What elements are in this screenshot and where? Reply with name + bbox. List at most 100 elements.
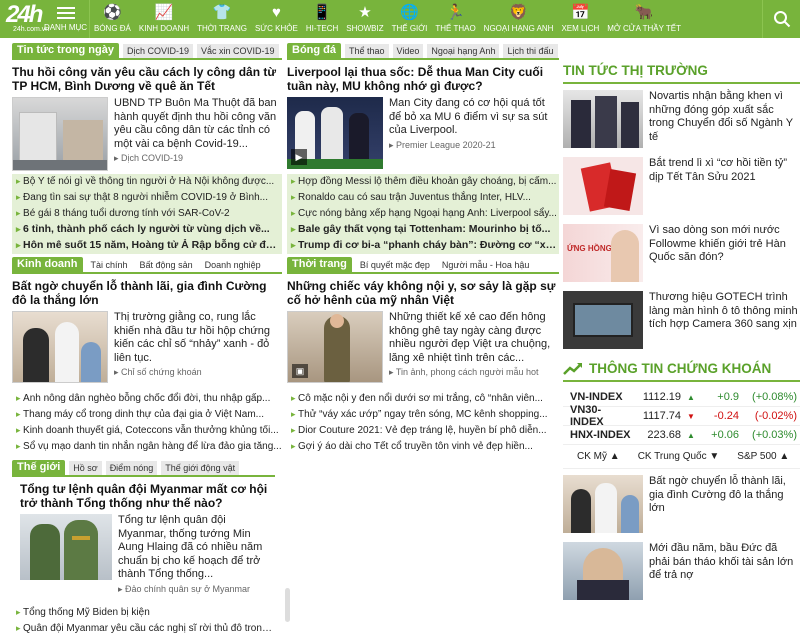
football-thumbnail[interactable]: ▶ bbox=[287, 97, 383, 169]
fashion-category[interactable]: ▸ Tin ảnh, phong cách người mẫu hot bbox=[389, 367, 559, 378]
tab-lich-thi-dau[interactable]: Lịch thi đấu bbox=[503, 44, 558, 58]
fashion-headline[interactable]: Những chiếc váy không nội y, sơ sảy là g… bbox=[287, 279, 559, 307]
stock-news-thumbnail[interactable] bbox=[563, 475, 643, 533]
world-category[interactable]: ▸ Đảo chính quân sự ở Myanmar bbox=[118, 584, 275, 595]
market-item[interactable]: ỨNG HỒNG Vì sao dòng son mới nước Follow… bbox=[563, 224, 800, 284]
nav-mo-cua-thay-tet[interactable]: 🐂 MỞ CỬA THẦY TẾT bbox=[603, 0, 685, 38]
stock-info-title[interactable]: THÔNG TIN CHỨNG KHOÁN bbox=[563, 358, 800, 382]
tab-diem-nong[interactable]: Điểm nóng bbox=[105, 461, 158, 475]
world-headline[interactable]: Tổng tư lệnh quân đội Myanmar mất cơ hội… bbox=[12, 482, 275, 510]
tab-the-thao[interactable]: Thể thao bbox=[345, 44, 389, 58]
news-feature: UBND TP Buôn Ma Thuột đã ban hành quyết … bbox=[12, 97, 282, 171]
list-item[interactable]: Sổ vụ mạo danh tin nhắn ngân hàng để lừa… bbox=[12, 439, 282, 455]
stock-news-title: Bất ngờ chuyển lỗ thành lãi, gia đình Cư… bbox=[649, 475, 786, 514]
tab-tin-tuc-trong-ngay[interactable]: Tin tức trong ngày bbox=[12, 43, 119, 59]
world-list-scrollbar[interactable] bbox=[285, 588, 290, 622]
stock-row[interactable]: VN30-INDEX 1117.74 ▼ -0.24 (-0.02%) bbox=[563, 404, 800, 428]
list-item[interactable]: Hôn mê suốt 15 năm, Hoàng tử Ả Rập bỗng … bbox=[12, 238, 282, 254]
tab-tai-chinh[interactable]: Tài chính bbox=[87, 258, 132, 272]
list-item[interactable]: Gợi ý áo dài cho Tết cổ truyền tôn vinh … bbox=[287, 439, 559, 455]
list-item[interactable]: Trump đi cơ bi-a “phanh cháy bàn”: Đường… bbox=[287, 238, 559, 254]
tab-thoi-trang[interactable]: Thời trang bbox=[287, 257, 352, 273]
stock-news-thumbnail[interactable] bbox=[563, 542, 643, 600]
nav-bong-da[interactable]: ⚽ BÓNG ĐÁ bbox=[90, 0, 135, 38]
tab-doanh-nghiep[interactable]: Doanh nghiệp bbox=[201, 258, 265, 272]
market-thumbnail[interactable]: ỨNG HỒNG bbox=[563, 224, 643, 282]
stock-news-title: Mới đầu năm, bầu Đức đã phải bán tháo kh… bbox=[649, 542, 794, 581]
nav-showbiz[interactable]: ★ SHOWBIZ bbox=[342, 0, 387, 38]
stock-news-item[interactable]: Bất ngờ chuyển lỗ thành lãi, gia đình Cư… bbox=[563, 475, 800, 535]
tab-ho-so[interactable]: Hồ sơ bbox=[69, 461, 102, 475]
list-item[interactable]: Thử “váy xác ướp” ngay trên sóng, MC kên… bbox=[287, 407, 559, 423]
tab-ck-trung-quoc[interactable]: CK Trung Quốc ▼ bbox=[638, 451, 720, 462]
tab-vac-xin[interactable]: Vắc xin COVID-19 bbox=[197, 44, 279, 58]
football-headline[interactable]: Liverpool lại thua sốc: Dễ thua Man City… bbox=[287, 65, 559, 93]
market-news-title[interactable]: TIN TỨC THỊ TRƯỜNG bbox=[563, 60, 800, 84]
tab-bi-quyet-mac-dep[interactable]: Bí quyết mặc đẹp bbox=[356, 258, 434, 272]
market-item[interactable]: Novartis nhận bằng khen vì những đóng gó… bbox=[563, 90, 800, 150]
market-thumbnail[interactable] bbox=[563, 291, 643, 349]
tab-kinh-doanh[interactable]: Kinh doanh bbox=[12, 257, 83, 273]
market-item[interactable]: Thương hiệu GOTECH trình làng màn hình ô… bbox=[563, 291, 800, 351]
tab-video[interactable]: Video bbox=[392, 44, 424, 58]
list-item[interactable]: Hợp đồng Messi lộ thêm điều khoản gây ch… bbox=[287, 174, 559, 190]
list-item[interactable]: Cô mặc nội y đen nổi dưới sơ mi trắng, c… bbox=[287, 391, 559, 407]
nav-kinh-doanh[interactable]: 📈 KINH DOANH bbox=[135, 0, 193, 38]
list-item[interactable]: Cực nóng bảng xếp hạng Ngoại hạng Anh: L… bbox=[287, 206, 559, 222]
stock-news-item[interactable]: Mới đầu năm, bầu Đức đã phải bán tháo kh… bbox=[563, 542, 800, 602]
arrow-down-icon: ▼ bbox=[687, 411, 695, 421]
tab-the-gioi[interactable]: Thế giới bbox=[12, 460, 66, 476]
business-thumbnail[interactable] bbox=[12, 311, 108, 383]
tab-sp500[interactable]: S&P 500 ▲ bbox=[737, 451, 789, 462]
search-button[interactable] bbox=[762, 0, 800, 38]
tab-dich-covid[interactable]: Dịch COVID-19 bbox=[123, 44, 194, 58]
list-item[interactable]: Kinh doanh thuyết giá, Coteccons vẫn thư… bbox=[12, 423, 282, 439]
business-category[interactable]: ▸ Chỉ số chứng khoán bbox=[114, 367, 282, 378]
tab-bat-dong-san[interactable]: Bất động sản bbox=[136, 258, 197, 272]
play-video-icon[interactable]: ▶ bbox=[291, 149, 307, 165]
stock-row[interactable]: HNX-INDEX 223.68 ▲ +0.06 (+0.03%) bbox=[563, 426, 800, 445]
business-headline[interactable]: Bất ngờ chuyển lỗ thành lãi, gia đình Cư… bbox=[12, 279, 282, 307]
tab-bong-da[interactable]: Bóng đá bbox=[287, 43, 341, 59]
nav-thoi-trang[interactable]: 👕 THỜI TRANG bbox=[193, 0, 251, 38]
fashion-list: Cô mặc nội y đen nổi dưới sơ mi trắng, c… bbox=[287, 391, 559, 455]
business-summary: Thị trường giằng co, rung lắc khiến nhà … bbox=[114, 311, 271, 364]
list-item[interactable]: Thang máy cổ trong dinh thự của đại gia … bbox=[12, 407, 282, 423]
tab-ngoai-hang-anh[interactable]: Ngoại hạng Anh bbox=[427, 44, 500, 58]
news-headline[interactable]: Thu hồi công văn yêu cầu cách ly công dâ… bbox=[12, 65, 282, 93]
news-thumbnail[interactable] bbox=[12, 97, 108, 171]
market-item[interactable]: Bắt trend lì xì “cơ hồi tiền tỷ” dịp Tết… bbox=[563, 157, 800, 217]
nav-hi-tech[interactable]: 📱 HI-TECH bbox=[302, 0, 342, 38]
market-thumbnail[interactable] bbox=[563, 90, 643, 148]
list-item[interactable]: Đang tìn sai sự thật 8 người nhiễm COVID… bbox=[12, 190, 282, 206]
nav-ngoai-hang-anh[interactable]: 🦁 NGOẠI HẠNG ANH bbox=[480, 0, 558, 38]
list-item[interactable]: Anh nông dân nghèo bỗng chốc đổi đời, th… bbox=[12, 391, 282, 407]
tab-nguoi-mau-hoa-hau[interactable]: Người mẫu - Hoa hậu bbox=[438, 258, 533, 272]
tab-the-gioi-dong-vat[interactable]: Thế giới động vật bbox=[161, 461, 240, 475]
fashion-thumbnail[interactable]: ▣ bbox=[287, 311, 383, 383]
nav-the-thao[interactable]: 🏃 THỂ THAO bbox=[431, 0, 479, 38]
world-summary: Tổng tư lệnh quân đội Myanmar, thống tướ… bbox=[118, 514, 263, 580]
tab-ck-my[interactable]: CK Mỹ ▲ bbox=[577, 451, 620, 462]
fashion-tabs: Thời trang Bí quyết mặc đẹp Người mẫu - … bbox=[287, 257, 559, 274]
star-icon: ★ bbox=[358, 4, 372, 21]
nav-the-gioi[interactable]: 🌐 THẾ GIỚI bbox=[388, 0, 432, 38]
football-category[interactable]: ▸ Premier League 2020-21 bbox=[389, 140, 559, 151]
site-logo[interactable]: 24h 24h.com.vn bbox=[0, 0, 49, 38]
market-thumbnail[interactable] bbox=[563, 157, 643, 215]
list-item[interactable]: Quân đội Myanmar yêu cầu các nghị sĩ rời… bbox=[12, 621, 275, 637]
menu-button[interactable]: DANH MỤC bbox=[42, 0, 90, 38]
gallery-icon: ▣ bbox=[292, 364, 308, 378]
list-item[interactable]: Bale gây thất vọng tại Tottenham: Mourin… bbox=[287, 222, 559, 238]
nav-suc-khoe[interactable]: ♥ SỨC KHỎE bbox=[251, 0, 302, 38]
news-category[interactable]: ▸ Dịch COVID-19 bbox=[114, 153, 282, 164]
market-item-title: Thương hiệu GOTECH trình làng màn hình ô… bbox=[649, 291, 798, 330]
list-item[interactable]: Ronaldo cau có sau trận Juventus thắng I… bbox=[287, 190, 559, 206]
world-thumbnail[interactable] bbox=[20, 514, 112, 580]
list-item[interactable]: 6 tỉnh, thành phố cách ly người từ vùng … bbox=[12, 222, 282, 238]
list-item[interactable]: Bé gái 8 tháng tuổi dương tính với SAR-C… bbox=[12, 206, 282, 222]
nav-xem-lich[interactable]: 📅 XEM LỊCH bbox=[557, 0, 603, 38]
list-item[interactable]: Dior Couture 2021: Vẻ đẹp tráng lệ, huyề… bbox=[287, 423, 559, 439]
list-item[interactable]: Bộ Y tế nói gì về thông tin người ở Hà N… bbox=[12, 174, 282, 190]
list-item[interactable]: Tổng thống Mỹ Biden bị kiện bbox=[12, 605, 275, 621]
